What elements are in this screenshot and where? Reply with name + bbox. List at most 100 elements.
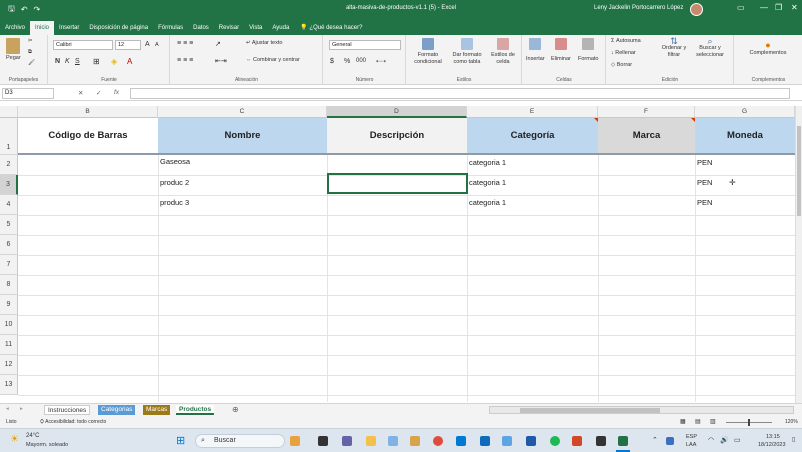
active-cell-d3[interactable] (327, 173, 468, 194)
notification-icon[interactable]: ▯ (792, 436, 795, 443)
fill-color-icon[interactable]: ◈ (111, 57, 117, 66)
windows-start-icon[interactable]: ⊞ (176, 434, 185, 447)
italic-button[interactable]: K (65, 58, 70, 65)
weather-icon[interactable]: ☀ (10, 434, 19, 445)
comma-button[interactable]: 000 (356, 58, 366, 64)
row-header-2[interactable]: 2 (0, 155, 18, 175)
row-header-3[interactable]: 3 (0, 175, 18, 195)
sheet-tab-marcas[interactable]: Marcas (143, 405, 171, 415)
vertical-scrollbar[interactable] (795, 106, 802, 404)
app-icon-2[interactable] (388, 436, 398, 446)
view-layout-icon[interactable]: ▤ (695, 418, 701, 425)
decimal-icons[interactable]: ⇠⇢ (376, 58, 386, 65)
column-header-c[interactable]: C (158, 106, 327, 118)
horizontal-scrollbar[interactable] (489, 406, 794, 414)
sort-filter-button[interactable]: ⇅ Ordenar y filtrar (659, 37, 689, 59)
bold-button[interactable]: N (55, 58, 60, 65)
format-table-button[interactable]: Dar formato como tabla (449, 38, 485, 66)
enter-icon[interactable]: ✓ (96, 89, 101, 97)
insert-function-icon[interactable]: fx (114, 89, 119, 96)
sheet-nav-prev-icon[interactable]: ◂ (6, 406, 9, 412)
orientation-icon[interactable]: ↗ (215, 40, 221, 48)
weather-temp[interactable]: 24°C (26, 433, 39, 439)
tab-disposicion[interactable]: Disposición de página (84, 21, 153, 35)
row-header-1[interactable]: 1 (0, 118, 18, 155)
select-all-corner[interactable] (0, 106, 18, 118)
indent-icons[interactable]: ⇤⇥ (215, 57, 227, 65)
tray-chevron-icon[interactable]: ⌃ (652, 436, 658, 444)
add-sheet-icon[interactable]: ⊕ (232, 405, 239, 414)
taskbar-search[interactable]: Buscar (195, 434, 285, 448)
column-header-f[interactable]: F (598, 106, 695, 118)
battery-icon[interactable]: ▭ (734, 436, 741, 444)
font-name-select[interactable]: Calibri (53, 40, 113, 50)
header-nombre[interactable]: Nombre (158, 118, 327, 153)
tab-inicio[interactable]: Inicio (30, 21, 55, 35)
undo-icon[interactable]: ↶ (21, 5, 28, 14)
header-descripcion[interactable]: Descripción (327, 118, 467, 153)
chrome-icon[interactable] (433, 436, 443, 446)
underline-button[interactable]: S (75, 58, 80, 65)
tab-vista[interactable]: Vista (244, 21, 267, 35)
row-header-5[interactable]: 5 (0, 215, 18, 235)
horizontal-scroll-thumb[interactable] (520, 408, 660, 413)
formula-input[interactable] (130, 88, 790, 99)
tab-datos[interactable]: Datos (188, 21, 214, 35)
tray-app-icon[interactable] (666, 437, 674, 445)
sheet-tab-instrucciones[interactable]: Instrucciones (44, 405, 91, 415)
view-normal-icon[interactable]: ▦ (680, 418, 686, 425)
store-icon[interactable] (456, 436, 466, 446)
restore-button[interactable]: ❐ (775, 3, 782, 12)
row-header-4[interactable]: 4 (0, 195, 18, 215)
copy-icon[interactable]: ⧉ (28, 49, 32, 56)
row-header-11[interactable]: 11 (0, 335, 18, 355)
currency-button[interactable]: $ (330, 58, 334, 65)
keyboard-layout[interactable]: LAA (686, 442, 696, 448)
app-icon-4[interactable] (502, 436, 512, 446)
spotify-icon[interactable] (550, 436, 560, 446)
row-header-13[interactable]: 13 (0, 375, 18, 395)
powerpoint-icon[interactable] (572, 436, 582, 446)
sheet-nav-next-icon[interactable]: ▸ (20, 406, 23, 412)
cell-g3[interactable]: PEN (697, 178, 712, 188)
weather-desc[interactable]: Mayorm. soleado (26, 442, 68, 448)
save-icon[interactable]: 🖫 (8, 3, 15, 17)
format-painter-icon[interactable]: 🖌 (28, 60, 35, 66)
cell-c2[interactable]: Gaseosa (160, 157, 190, 167)
clock-date[interactable]: 18/12/2023 (758, 442, 786, 448)
column-header-g[interactable]: G (695, 106, 795, 118)
font-size-select[interactable]: 12 (115, 40, 141, 50)
clock-time[interactable]: 13:15 (766, 434, 780, 440)
conditional-format-button[interactable]: Formato condicional (411, 38, 445, 66)
app-icon-6[interactable] (596, 436, 606, 446)
name-box[interactable]: D3 (2, 88, 54, 99)
column-header-d[interactable]: D (327, 106, 467, 118)
redo-icon[interactable]: ↷ (34, 5, 41, 14)
tab-insertar[interactable]: Insertar (54, 21, 84, 35)
accessibility-status[interactable]: ⛭ Accesibilidad: todo correcto (40, 419, 106, 425)
fill-button[interactable]: ↓ Rellenar (611, 50, 636, 56)
cut-icon[interactable]: ✂ (28, 38, 33, 44)
header-codigo-barras[interactable]: Código de Barras (18, 118, 158, 153)
excel-icon[interactable] (618, 436, 628, 446)
cell-c4[interactable]: produc 3 (160, 198, 189, 208)
percent-button[interactable]: % (344, 58, 350, 65)
zoom-slider-thumb[interactable] (748, 419, 750, 426)
app-icon-1[interactable] (290, 436, 300, 446)
row-header-8[interactable]: 8 (0, 275, 18, 295)
avatar[interactable] (690, 3, 703, 16)
sheet-tab-productos[interactable]: Productos (176, 405, 215, 415)
row-header-6[interactable]: 6 (0, 235, 18, 255)
cell-styles-button[interactable]: Estilos de celda (487, 38, 519, 66)
wrap-text-button[interactable]: ↵ Ajustar texto (246, 40, 282, 46)
teams-icon[interactable] (342, 436, 352, 446)
minimize-button[interactable]: — (760, 3, 768, 12)
cell-c3[interactable]: produc 2 (160, 178, 189, 188)
column-header-b[interactable]: B (18, 106, 158, 118)
cancel-icon[interactable]: ✕ (78, 89, 83, 97)
view-pagebreak-icon[interactable]: ▥ (710, 418, 716, 425)
row-header-7[interactable]: 7 (0, 255, 18, 275)
cell-e4[interactable]: categoria 1 (469, 198, 506, 208)
header-categoria[interactable]: Categoría (467, 118, 598, 153)
grow-font-button[interactable]: A (145, 41, 150, 48)
